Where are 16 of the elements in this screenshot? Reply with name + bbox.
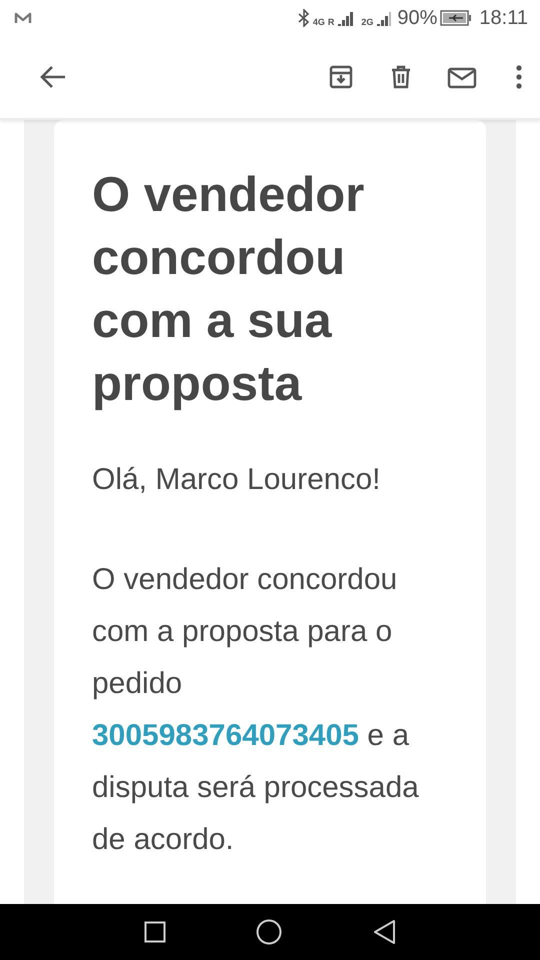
network-label: 2G bbox=[361, 16, 374, 26]
email-paragraph: O vendedor concordou com a proposta para o pedido 3005983764073405 e a disputa será processada de acordo. bbox=[92, 562, 420, 858]
back-button[interactable] bbox=[372, 919, 396, 945]
battery-icon bbox=[440, 10, 472, 26]
order-link[interactable]: 3005983764073405 bbox=[92, 719, 359, 752]
recents-button[interactable] bbox=[144, 921, 166, 943]
roaming-label: R bbox=[328, 16, 334, 26]
network-label: 4G bbox=[312, 16, 325, 26]
bluetooth-icon bbox=[298, 9, 310, 27]
clock: 18:11 bbox=[479, 6, 528, 30]
battery-percent: 90% bbox=[397, 6, 438, 30]
signal-icon bbox=[337, 9, 356, 27]
gmail-icon bbox=[14, 11, 32, 25]
email-title: O vendedor concordou com a sua proposta bbox=[92, 167, 366, 413]
home-button[interactable] bbox=[256, 919, 282, 945]
greeting: Olá, Marco Lourenco! bbox=[92, 462, 382, 498]
